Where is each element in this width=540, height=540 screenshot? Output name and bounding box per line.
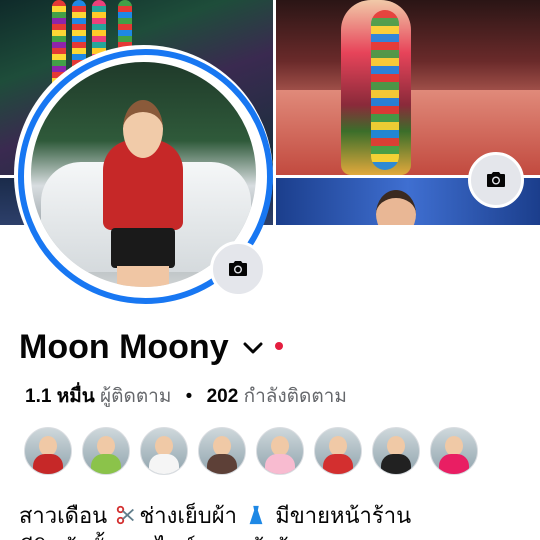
friend-avatar[interactable] [198, 427, 246, 475]
dress-icon [249, 505, 263, 525]
scissors-icon [117, 505, 135, 525]
profile-name-row[interactable]: Moon Moony [19, 328, 283, 367]
friend-avatar[interactable] [140, 427, 188, 475]
bio-part: ช่างเย็บผ้า [139, 503, 237, 528]
profile-name: Moon Moony [19, 328, 229, 366]
bio-text-line2: มีสินค้าทั้งออนไลน์และหน้าร้าน [19, 530, 316, 540]
follow-stats: 1.1 หมื่น ผู้ติดตาม • 202 กำลังติดตาม [25, 381, 347, 411]
camera-icon [487, 172, 505, 187]
friends-avatars[interactable] [24, 427, 488, 475]
edit-cover-photo-button[interactable] [468, 152, 524, 208]
stats-separator: • [185, 386, 193, 407]
friend-avatar[interactable] [24, 427, 72, 475]
followers-count[interactable]: 1.1 หมื่น [25, 386, 95, 407]
following-label[interactable]: กำลังติดตาม [244, 386, 347, 407]
friend-avatar[interactable] [372, 427, 420, 475]
status-dot [274, 341, 283, 350]
cover-photo-tile [276, 0, 540, 175]
friend-avatar[interactable] [314, 427, 362, 475]
friend-avatar[interactable] [82, 427, 130, 475]
friend-avatar[interactable] [430, 427, 478, 475]
edit-profile-picture-button[interactable] [210, 241, 266, 297]
bio-part: สาวเดือน [19, 503, 108, 528]
following-count[interactable]: 202 [207, 386, 239, 407]
bio-text: สาวเดือน ช่างเย็บผ้า มีขายหน้าร้าน [19, 498, 411, 533]
camera-icon [229, 261, 247, 276]
friend-avatar[interactable] [256, 427, 304, 475]
bio-part: มีขายหน้าร้าน [275, 503, 412, 528]
chevron-down-icon[interactable] [241, 336, 265, 360]
followers-label[interactable]: ผู้ติดตาม [100, 386, 171, 407]
